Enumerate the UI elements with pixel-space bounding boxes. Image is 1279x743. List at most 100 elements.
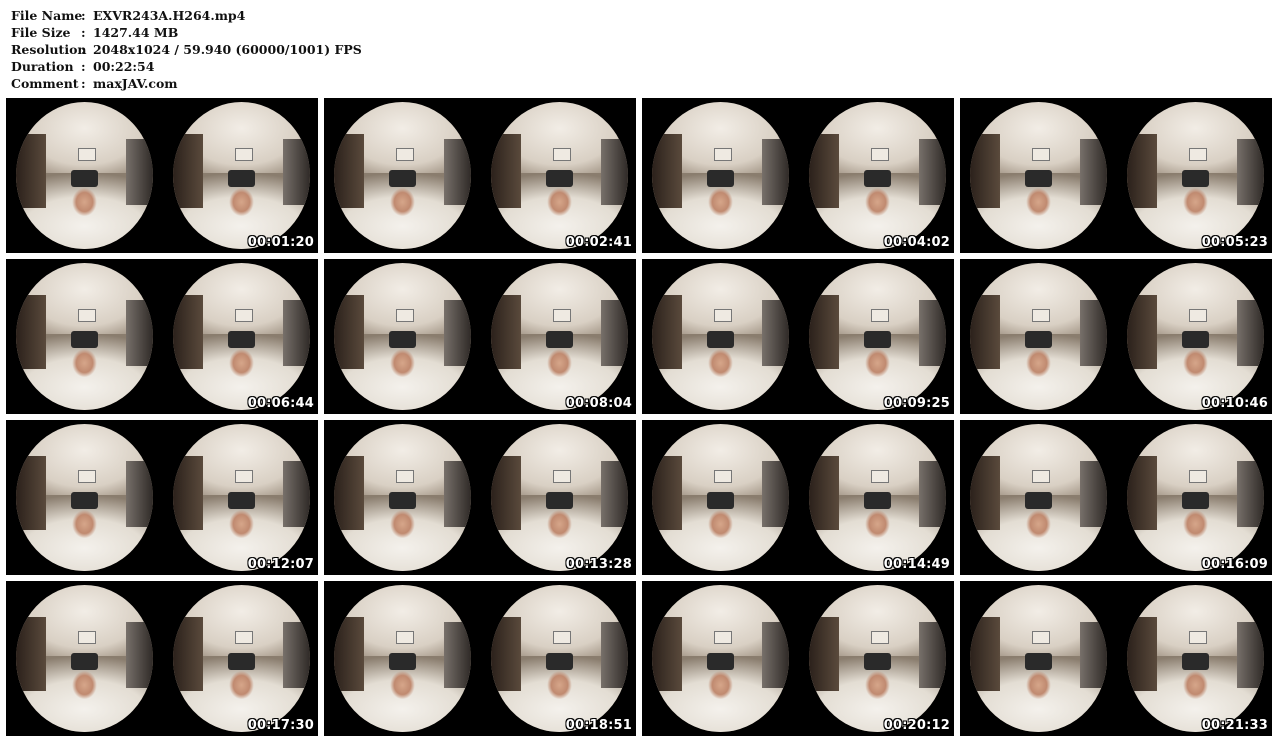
subject xyxy=(1179,182,1212,222)
subject xyxy=(225,182,258,222)
vr-lens-right xyxy=(491,585,628,732)
vr-lens-left xyxy=(334,424,471,571)
thumbnail-timestamp: 00:16:09 xyxy=(1201,557,1268,572)
vr-lens-right xyxy=(809,585,946,732)
subject xyxy=(1022,182,1055,222)
wall-right xyxy=(125,460,153,527)
wall-right xyxy=(443,621,471,688)
video-thumbnail: 00:09:25 xyxy=(642,259,954,414)
wall-art xyxy=(552,630,572,645)
subject xyxy=(861,665,894,705)
vr-lens-left xyxy=(970,424,1107,571)
wall-left xyxy=(970,134,1001,208)
subject xyxy=(386,665,419,705)
video-thumbnail: 00:12:07 xyxy=(6,420,318,575)
wall-left xyxy=(652,456,683,530)
wall-art xyxy=(552,308,572,323)
wall-right xyxy=(1079,299,1107,366)
subject xyxy=(543,343,576,383)
wall-right xyxy=(918,621,946,688)
wall-art xyxy=(77,630,97,645)
wall-art xyxy=(1188,630,1208,645)
wall-right xyxy=(918,138,946,205)
thumbnail-timestamp: 00:04:02 xyxy=(883,235,950,250)
video-thumbnail: 00:05:23 xyxy=(960,98,1272,253)
subject xyxy=(225,504,258,544)
wall-left xyxy=(334,617,365,691)
wall-left xyxy=(1127,617,1158,691)
wall-art xyxy=(77,308,97,323)
vr-lens-left xyxy=(652,102,789,249)
vr-lens-right xyxy=(491,424,628,571)
wall-right xyxy=(282,299,310,366)
thumbnail-timestamp: 00:18:51 xyxy=(565,718,632,733)
video-thumbnail: 00:06:44 xyxy=(6,259,318,414)
wall-art xyxy=(395,308,415,323)
wall-right xyxy=(761,299,789,366)
video-thumbnail: 00:08:04 xyxy=(324,259,636,414)
vr-lens-left xyxy=(652,424,789,571)
subject xyxy=(68,182,101,222)
wall-right xyxy=(443,460,471,527)
wall-art xyxy=(1031,147,1051,162)
subject xyxy=(68,665,101,705)
thumbnail-timestamp: 00:12:07 xyxy=(247,557,314,572)
vr-lens-left xyxy=(970,102,1107,249)
wall-right xyxy=(1236,460,1264,527)
video-thumbnail: 00:13:28 xyxy=(324,420,636,575)
wall-art xyxy=(234,147,254,162)
wall-art xyxy=(234,469,254,484)
wall-right xyxy=(1236,621,1264,688)
info-row-comment: Comment : maxJAV.com xyxy=(11,75,362,92)
wall-left xyxy=(970,456,1001,530)
wall-left xyxy=(491,134,522,208)
wall-left xyxy=(334,134,365,208)
info-label: Resolution xyxy=(11,42,87,57)
wall-right xyxy=(1079,138,1107,205)
wall-left xyxy=(491,617,522,691)
wall-art xyxy=(395,469,415,484)
video-thumbnail: 00:18:51 xyxy=(324,581,636,736)
info-separator: : xyxy=(81,76,86,91)
vr-lens-left xyxy=(970,263,1107,410)
wall-right xyxy=(282,621,310,688)
vr-lens-left xyxy=(16,585,153,732)
wall-art xyxy=(870,469,890,484)
subject xyxy=(225,665,258,705)
wall-art xyxy=(1188,308,1208,323)
info-value: 1427.44 MB xyxy=(93,25,179,40)
info-value: EXVR243A.H264.mp4 xyxy=(93,8,246,23)
wall-right xyxy=(600,138,628,205)
video-thumbnail: 00:04:02 xyxy=(642,98,954,253)
vr-lens-right xyxy=(809,424,946,571)
wall-left xyxy=(173,617,204,691)
subject xyxy=(68,504,101,544)
info-row-file-name: File Name : EXVR243A.H264.mp4 xyxy=(11,7,362,24)
wall-right xyxy=(761,621,789,688)
wall-right xyxy=(918,299,946,366)
vr-lens-left xyxy=(16,424,153,571)
thumbnail-timestamp: 00:14:49 xyxy=(883,557,950,572)
thumbnail-timestamp: 00:01:20 xyxy=(247,235,314,250)
thumbnail-timestamp: 00:17:30 xyxy=(247,718,314,733)
wall-right xyxy=(600,621,628,688)
subject xyxy=(1022,343,1055,383)
thumbnail-timestamp: 00:05:23 xyxy=(1201,235,1268,250)
wall-right xyxy=(1079,621,1107,688)
thumbnail-timestamp: 00:20:12 xyxy=(883,718,950,733)
wall-art xyxy=(713,630,733,645)
vr-lens-left xyxy=(334,263,471,410)
wall-left xyxy=(809,134,840,208)
wall-art xyxy=(77,469,97,484)
wall-left xyxy=(16,456,47,530)
info-row-resolution: Resolution : 2048x1024 / 59.940 (60000/1… xyxy=(11,41,362,58)
info-label: File Name xyxy=(11,8,83,23)
video-thumbnail: 00:10:46 xyxy=(960,259,1272,414)
wall-art xyxy=(870,630,890,645)
subject xyxy=(861,504,894,544)
wall-right xyxy=(125,621,153,688)
wall-art xyxy=(1031,469,1051,484)
vr-lens-right xyxy=(1127,424,1264,571)
subject xyxy=(1179,343,1212,383)
wall-left xyxy=(1127,456,1158,530)
